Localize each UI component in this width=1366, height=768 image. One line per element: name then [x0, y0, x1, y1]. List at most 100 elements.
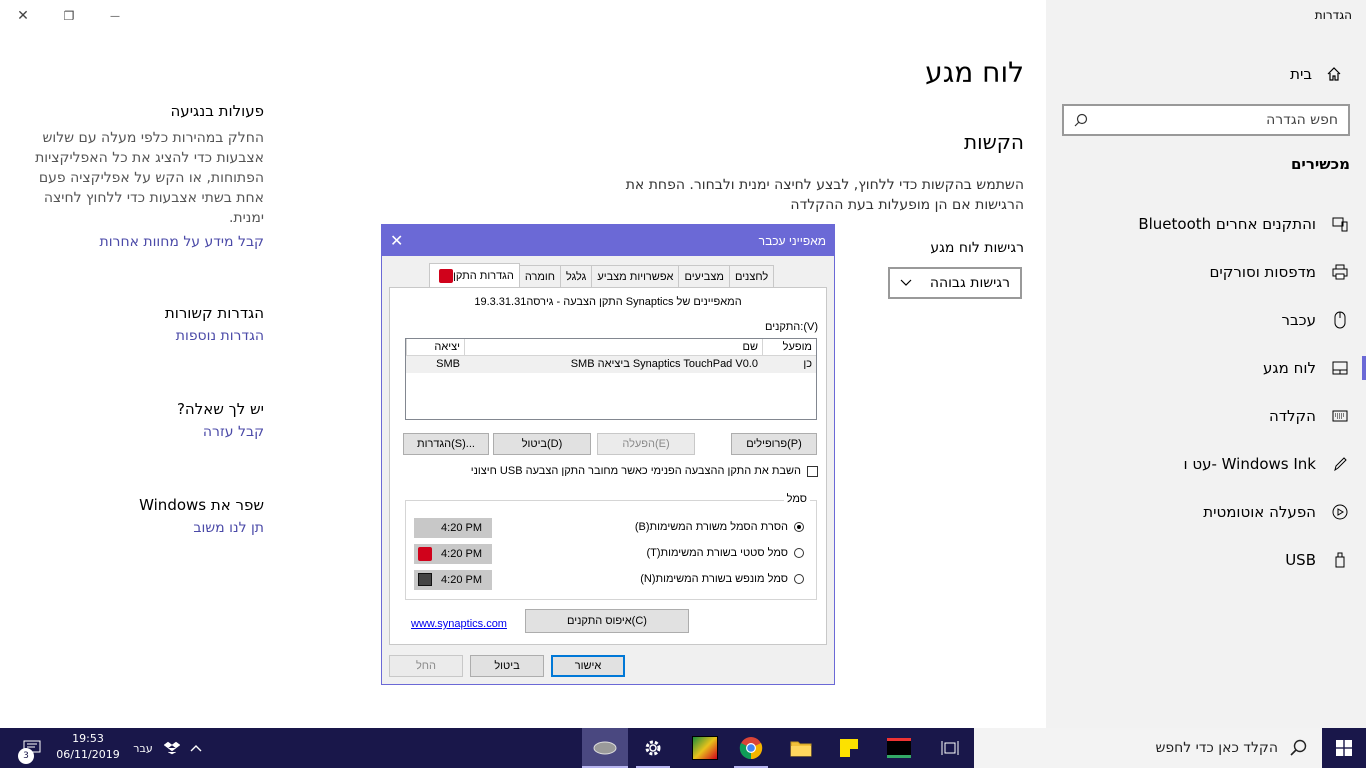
settings-search-input[interactable]: חפש הגדרה — [1062, 104, 1350, 136]
row-enabled: כן — [803, 358, 812, 370]
taskbar-mouse-settings-app[interactable] — [582, 728, 628, 768]
dropbox-icon[interactable] — [160, 728, 184, 768]
radio-dot[interactable] — [794, 522, 804, 532]
reset-devices-button[interactable]: איפוס התקנים(C) — [525, 609, 689, 633]
tab-pointer-options[interactable]: אפשרויות מצביע — [591, 265, 680, 287]
tray-preview-static: 4:20 PM — [414, 544, 492, 564]
taskbar-time: 19:53 — [72, 732, 104, 745]
close-icon[interactable]: ✕ — [13, 6, 33, 26]
question-panel: יש לך שאלה? קבל עזרה — [20, 400, 264, 440]
start-button[interactable] — [1322, 728, 1366, 768]
page-title: לוח מגע — [925, 56, 1024, 89]
synaptics-link[interactable]: www.synaptics.com — [411, 618, 507, 630]
show-hidden-icons-chevron-icon[interactable] — [186, 728, 206, 768]
dialog-title: מאפייני עכבר — [758, 234, 826, 248]
folder-icon — [790, 741, 812, 757]
home-label: בית — [1290, 65, 1312, 83]
task-view-button[interactable] — [930, 728, 970, 768]
radio-dot[interactable] — [794, 574, 804, 584]
taskbar-start-app[interactable] — [878, 728, 920, 768]
input-language-indicator[interactable]: עבר — [128, 728, 158, 768]
radio-dot[interactable] — [794, 548, 804, 558]
start-app-icon — [887, 738, 911, 758]
dialog-titlebar[interactable]: מאפייני עכבר ✕ — [382, 225, 834, 256]
devices-listview[interactable]: מופעל שם יציאה כן Synaptics TouchPad V0.… — [405, 338, 817, 420]
taskbar-settings-app[interactable] — [632, 728, 674, 768]
improve-title: שפר את Windows — [139, 496, 264, 514]
apply-button[interactable]: החל — [389, 655, 463, 677]
synaptics-version-header: המאפיינים של Synaptics התקן הצבעה - גירס… — [474, 296, 742, 308]
touchpad-icon — [1330, 361, 1350, 375]
question-title: יש לך שאלה? — [176, 400, 264, 418]
column-port[interactable]: יציאה — [406, 339, 464, 355]
column-name[interactable]: שם — [464, 339, 762, 355]
tab-buttons[interactable]: לחצנים — [728, 265, 775, 287]
group-label: סמל — [783, 493, 810, 505]
taps-heading: הקשות — [963, 130, 1024, 154]
action-center-button[interactable]: 3 — [14, 728, 50, 768]
taskbar-file-explorer[interactable] — [780, 728, 822, 768]
mouse-properties-dialog: מאפייני עכבר ✕ לחצנים מצביעים אפשרויות מ… — [381, 224, 835, 685]
devices-label: התקנים:(V) — [765, 321, 818, 333]
sidebar-item-pen[interactable]: עט ו- Windows Ink — [1046, 440, 1366, 488]
sidebar-item-usb[interactable]: USB — [1046, 536, 1366, 584]
sidebar-item-touchpad[interactable]: לוח מגע — [1046, 344, 1366, 392]
home-link[interactable]: בית — [1290, 62, 1342, 86]
taskbar-game-app[interactable] — [684, 728, 726, 768]
feedback-link[interactable]: תן לנו משוב — [20, 520, 264, 536]
taskbar-chrome-app[interactable] — [730, 728, 772, 768]
ok-button[interactable]: אישור — [551, 655, 625, 677]
restore-icon[interactable]: ❐ — [59, 6, 79, 26]
gestures-link[interactable]: קבל מידע על מחוות אחרות — [20, 234, 264, 250]
taskbar: 3 19:53 06/11/2019 עבר הקלד כאן כדי לחפש — [0, 728, 1366, 768]
dialog-close-icon[interactable]: ✕ — [390, 231, 403, 251]
column-enabled[interactable]: מופעל — [762, 339, 816, 355]
enable-button[interactable]: הפעלה(E) — [597, 433, 695, 455]
sidebar-item-autoplay[interactable]: הפעלה אוטומטית — [1046, 488, 1366, 536]
tab-pointers[interactable]: מצביעים — [678, 265, 730, 287]
disable-button[interactable]: ביטול(D) — [493, 433, 591, 455]
taps-description: השתמש בהקשות כדי ללחוץ, לבצע לחיצה ימנית… — [625, 177, 1024, 213]
taskbar-date: 06/11/2019 — [56, 748, 120, 761]
radio-static-icon[interactable]: סמל סטטי בשורת המשימות(T) — [646, 547, 804, 559]
cancel-button[interactable]: ביטול — [470, 655, 544, 677]
additional-settings-link[interactable]: הגדרות נוספות — [20, 328, 264, 344]
tray-icon-group: סמל הסרת הסמל משורת המשימות(B) 4:20 PM ס… — [405, 493, 817, 600]
sidebar-item-label: הקלדה — [1269, 407, 1316, 425]
table-row[interactable]: כן Synaptics TouchPad V0.0 ביציאה SMB SM… — [406, 356, 816, 373]
sensitivity-value: רגישות גבוהה — [929, 275, 1010, 291]
taskbar-search-placeholder: הקלד כאן כדי לחפש — [1155, 740, 1278, 756]
sidebar: הגדרות בית חפש הגדרה מכשירים Bluetooth ו… — [1046, 0, 1366, 728]
sidebar-item-typing[interactable]: הקלדה — [1046, 392, 1366, 440]
printer-icon — [1330, 264, 1350, 280]
search-icon[interactable] — [1074, 113, 1088, 127]
radio-remove-icon[interactable]: הסרת הסמל משורת המשימות(B) — [635, 521, 804, 533]
sidebar-item-mouse[interactable]: עכבר — [1046, 296, 1366, 344]
sidebar-item-printers[interactable]: מדפסות וסורקים — [1046, 248, 1366, 296]
search-icon — [1290, 739, 1307, 756]
sensitivity-dropdown[interactable]: רגישות גבוהה — [888, 267, 1022, 299]
sidebar-item-bluetooth[interactable]: Bluetooth והתקנים אחרים — [1046, 200, 1366, 248]
taskbar-sticky-notes[interactable] — [828, 728, 870, 768]
tab-device-settings[interactable]: הגדרות התקן — [429, 263, 520, 287]
taskbar-search-input[interactable]: הקלד כאן כדי לחפש — [974, 728, 1322, 768]
autoplay-icon — [1330, 504, 1350, 520]
disable-internal-checkbox[interactable] — [807, 465, 818, 477]
tab-label: הגדרות התקן — [453, 269, 514, 282]
row-port: SMB — [436, 358, 460, 370]
tab-wheel[interactable]: גלגל — [560, 265, 593, 287]
radio-label: סמל מונפש בשורת המשימות(N) — [640, 573, 788, 585]
settings-button[interactable]: הגדרות(S)... — [403, 433, 489, 455]
gear-icon — [645, 740, 661, 756]
get-help-link[interactable]: קבל עזרה — [20, 424, 264, 440]
taskbar-clock[interactable]: 19:53 06/11/2019 — [52, 731, 124, 763]
tab-hardware[interactable]: חומרה — [518, 265, 561, 287]
profiles-button[interactable]: פרופילים(P) — [731, 433, 817, 455]
sidebar-item-label: עט ו- Windows Ink — [1183, 455, 1316, 473]
app-title: הגדרות — [1314, 8, 1352, 22]
disable-internal-checkbox-row[interactable]: השבת את התקן ההצבעה הפנימי כאשר מחובר הת… — [471, 465, 818, 477]
radio-animated-icon[interactable]: סמל מונפש בשורת המשימות(N) — [640, 573, 804, 585]
minimize-icon[interactable]: — — [105, 6, 125, 26]
sensitivity-label: רגישות לוח מגע — [930, 240, 1024, 256]
tray-time: 4:20 PM — [441, 548, 482, 560]
